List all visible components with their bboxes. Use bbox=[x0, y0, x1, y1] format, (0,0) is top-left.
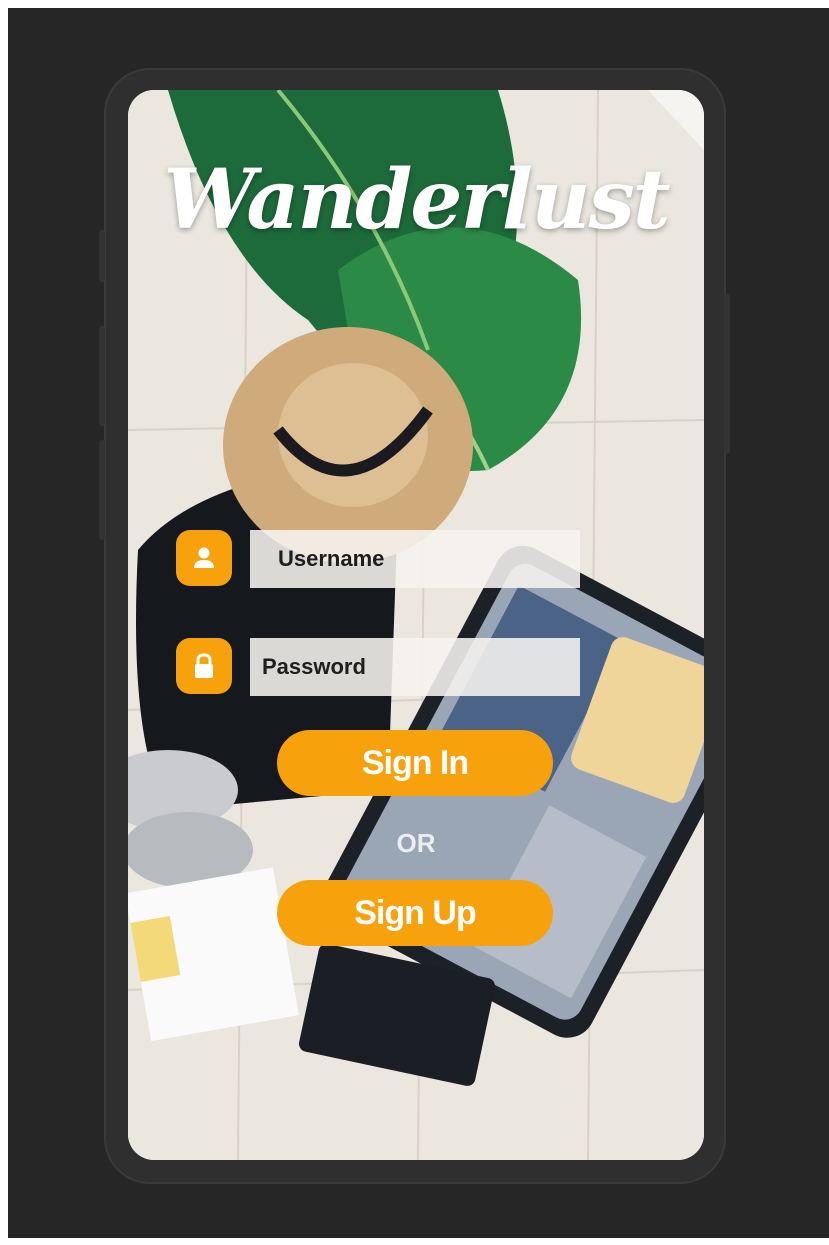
app-title: Wanderlust bbox=[163, 152, 670, 248]
password-input[interactable]: Password bbox=[250, 638, 580, 696]
username-input[interactable]: Username bbox=[250, 530, 580, 588]
lock-icon bbox=[176, 638, 232, 694]
password-row: Password bbox=[176, 638, 586, 696]
username-row: Username bbox=[176, 530, 586, 588]
user-icon bbox=[176, 530, 232, 586]
or-divider: OR bbox=[396, 828, 436, 858]
username-placeholder: Username bbox=[278, 546, 385, 571]
phone-side-button bbox=[99, 440, 105, 540]
phone-side-button bbox=[99, 230, 105, 282]
phone-side-button bbox=[99, 326, 105, 426]
phone-screen: Wanderlust Username Password Sign In OR … bbox=[128, 90, 704, 1160]
phone-side-button bbox=[724, 294, 730, 454]
sign-in-button[interactable]: Sign In bbox=[277, 730, 553, 796]
sign-up-button[interactable]: Sign Up bbox=[277, 880, 553, 946]
password-placeholder: Password bbox=[262, 654, 366, 679]
background-photo bbox=[128, 90, 704, 1160]
